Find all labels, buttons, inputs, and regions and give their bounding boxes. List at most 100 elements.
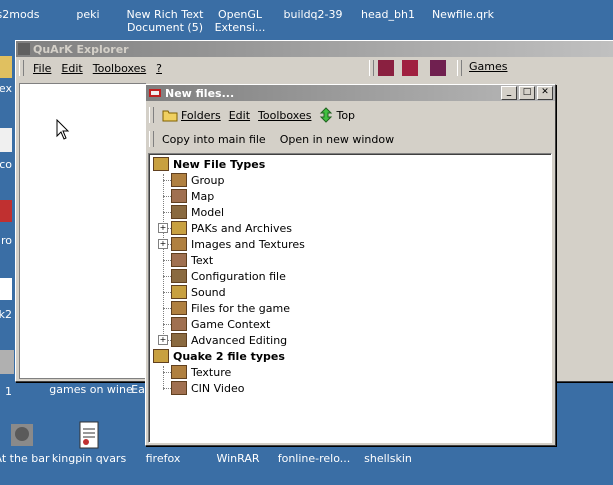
games-menu[interactable]: Games — [464, 58, 512, 75]
file-type-icon — [171, 221, 187, 235]
document-icon — [79, 421, 99, 449]
newfiles-title: New files... — [165, 86, 235, 100]
file-type-icon — [171, 189, 187, 203]
desktop-icon-winrar[interactable]: WinRAR — [198, 452, 278, 465]
file-type-icon — [171, 285, 187, 299]
tree-node[interactable]: CIN Video — [171, 380, 244, 396]
tree-node[interactable]: Map — [171, 188, 214, 204]
desktop-partial-icon[interactable] — [0, 350, 14, 374]
top-button[interactable]: Top — [315, 105, 359, 125]
new-file-types-tree[interactable]: New File Types Group Map Model + PAKs and Arc… — [148, 153, 552, 443]
tree-node-label: Text — [191, 253, 214, 267]
desktop-icon-fonline[interactable]: fonline-relo... — [270, 452, 358, 465]
tree-node-label: Game Context — [191, 317, 271, 331]
explorer-tree-panel[interactable] — [19, 83, 146, 379]
menu-toolboxes[interactable]: Toolboxes — [88, 60, 151, 77]
tree-node-label: Quake 2 file types — [173, 349, 285, 363]
desktop-icon-label: firefox — [145, 452, 181, 465]
desktop-icon-label: OpenGL Extensi... — [214, 8, 266, 34]
edit-label: Edit — [228, 108, 251, 122]
desktop-icon-rich-text[interactable]: New Rich Text Document (5) — [122, 8, 208, 34]
desktop-partial-icon[interactable] — [0, 128, 12, 152]
desktop-icon-firefox[interactable]: firefox — [123, 452, 203, 465]
desktop-icon-label: WinRAR — [216, 452, 260, 465]
desktop-icon-label: kingpin qvars — [51, 452, 127, 465]
tree-expand-toggle[interactable]: + — [158, 239, 168, 249]
close-button[interactable]: ✕ — [537, 86, 553, 100]
tree-node[interactable]: Game Context — [171, 316, 270, 332]
tree-line — [163, 388, 171, 389]
desktop-icon-kingpin-qvars[interactable]: kingpin qvars — [49, 420, 129, 465]
desktop-icon-label: buildq2-39 — [283, 8, 343, 21]
open-in-new-window-button[interactable]: Open in new window — [276, 129, 398, 149]
desktop-partial-icon[interactable] — [0, 56, 12, 78]
desktop-icon-head-bh1[interactable]: head_bh1 — [348, 8, 428, 21]
desktop-partial-icon[interactable] — [0, 278, 12, 300]
tree-line — [163, 174, 164, 342]
file-type-icon — [171, 301, 187, 315]
toolbar-grip[interactable] — [149, 107, 154, 123]
new-files-window[interactable]: New files... _ □ ✕ Folders Edit Toolboxe… — [145, 84, 556, 446]
menu-file[interactable]: File — [28, 60, 56, 77]
tree-node[interactable]: Files for the game — [171, 300, 290, 316]
desktop-partial-label: dro — [0, 234, 12, 247]
toolbar-grip[interactable] — [457, 60, 462, 76]
toolbar-tool-icon[interactable] — [430, 60, 446, 76]
tree-node[interactable]: Texture — [171, 364, 231, 380]
tree-node[interactable]: Configuration file — [171, 268, 286, 284]
file-type-icon — [171, 205, 187, 219]
file-type-icon — [171, 317, 187, 331]
desktop-partial-icon[interactable] — [0, 200, 12, 222]
tree-node-label: Model — [191, 205, 225, 219]
tree-node[interactable]: New File Types — [153, 156, 265, 172]
copy-into-main-file-button[interactable]: Copy into main file — [158, 129, 270, 149]
minimize-button[interactable]: _ — [501, 86, 517, 100]
tree-node[interactable]: Sound — [171, 284, 226, 300]
toolbar-grip[interactable] — [369, 60, 374, 76]
desktop-icon-opengl[interactable]: OpenGL Extensi... — [200, 8, 280, 34]
tree-line — [163, 260, 171, 261]
quark-app-icon — [149, 89, 161, 97]
tree-node[interactable]: Images and Textures — [171, 236, 305, 252]
tree-node[interactable]: Quake 2 file types — [153, 348, 285, 364]
tree-line — [163, 366, 164, 390]
menubar-grip[interactable] — [19, 60, 24, 76]
toolbar-grip[interactable] — [149, 131, 154, 147]
folders-label: Folders — [181, 108, 221, 122]
desktop-icon-shellskin[interactable]: shellskin — [348, 452, 428, 465]
file-type-icon — [171, 253, 187, 267]
tree-node-label: Files for the game — [191, 301, 291, 315]
toolbar-tool-icon[interactable] — [402, 60, 418, 76]
tree-line — [163, 196, 171, 197]
explorer-titlebar[interactable]: QuArK Explorer — [16, 41, 613, 57]
desktop-icon-games-on-wine[interactable]: games on wine — [48, 383, 134, 396]
tree-line — [163, 308, 171, 309]
toolboxes-button[interactable]: Toolboxes — [254, 105, 315, 125]
tree-node[interactable]: Model — [171, 204, 224, 220]
tree-expand-toggle[interactable]: + — [158, 223, 168, 233]
explorer-menubar: File Edit Toolboxes ? Games — [16, 57, 613, 79]
file-type-icon — [171, 365, 187, 379]
newfiles-titlebar[interactable]: New files... _ □ ✕ — [146, 85, 555, 101]
tree-node[interactable]: Text — [171, 252, 213, 268]
edit-button[interactable]: Edit — [225, 105, 254, 125]
desktop-icon-buildq2[interactable]: buildq2-39 — [273, 8, 353, 21]
tree-line — [163, 276, 171, 277]
menu-edit[interactable]: Edit — [56, 60, 87, 77]
tree-node-label: Images and Textures — [191, 237, 305, 251]
desktop-icon-newfile-qrk[interactable]: Newfile.qrk — [423, 8, 503, 21]
tree-node[interactable]: Advanced Editing — [171, 332, 287, 348]
tree-expand-toggle[interactable]: + — [158, 335, 168, 345]
desktop-icon-label: New Rich Text Document (5) — [126, 8, 204, 34]
tree-line — [163, 292, 171, 293]
tree-node[interactable]: PAKs and Archives — [171, 220, 292, 236]
folders-button[interactable]: Folders — [158, 105, 225, 125]
tree-node[interactable]: Group — [171, 172, 225, 188]
menu-help[interactable]: ? — [151, 60, 167, 77]
maximize-button[interactable]: □ — [519, 86, 535, 100]
folder-cube-icon — [153, 157, 169, 171]
desktop-icon-peki[interactable]: peki — [48, 8, 128, 21]
arrows-up-down-icon — [320, 107, 333, 123]
tree-line — [163, 212, 171, 213]
toolbar-tool-icon[interactable] — [378, 60, 394, 76]
